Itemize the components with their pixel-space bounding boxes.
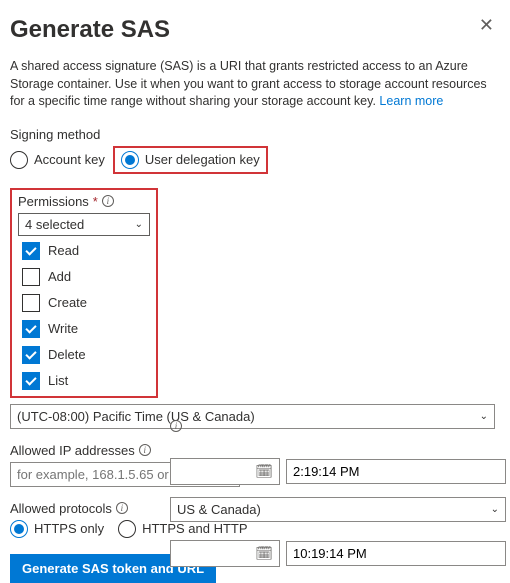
calendar-icon: 🗓 [255,463,273,480]
radio-label: HTTPS only [34,521,104,536]
radio-label: Account key [34,152,105,167]
start-timezone-select[interactable]: US & Canada) ⌄ [170,497,506,522]
signing-method-account-key[interactable]: Account key [10,151,105,169]
permission-option-add[interactable]: Add [22,268,150,286]
start-timezone-value: US & Canada) [177,502,261,517]
close-icon[interactable]: ✕ [479,16,494,34]
calendar-icon: 🗓 [255,545,273,562]
checkbox-icon [22,294,40,312]
start-time-input[interactable] [286,459,506,484]
permission-option-write[interactable]: Write [22,320,150,338]
allowed-protocols-label-text: Allowed protocols [10,501,112,516]
permissions-summary: 4 selected [25,217,84,232]
checkbox-icon [22,372,40,390]
permission-label: Add [48,269,71,284]
end-date-input[interactable]: 🗓 [170,540,280,567]
required-marker: * [93,194,98,209]
permission-label: Create [48,295,87,310]
checkbox-icon [22,346,40,364]
info-icon[interactable]: i [102,195,114,207]
permission-option-create[interactable]: Create [22,294,150,312]
radio-icon [10,520,28,538]
signing-method-label: Signing method [10,127,494,142]
permissions-label-text: Permissions [18,194,89,209]
chevron-down-icon: ⌄ [491,504,499,515]
permissions-dropdown[interactable]: 4 selected ⌄ [18,213,150,236]
permission-label: Delete [48,347,86,362]
permission-label: Write [48,321,78,336]
permission-label: Read [48,243,79,258]
chevron-down-icon: ⌄ [135,219,143,230]
info-icon[interactable]: i [170,420,182,432]
checkbox-icon [22,242,40,260]
page-title: Generate SAS [10,16,170,44]
radio-icon [118,520,136,538]
info-icon[interactable]: i [116,502,128,514]
highlight-user-delegation: User delegation key [113,146,268,174]
description-text: A shared access signature (SAS) is a URI… [10,58,494,111]
permission-option-delete[interactable]: Delete [22,346,150,364]
permission-option-read[interactable]: Read [22,242,150,260]
end-time-input[interactable] [286,541,506,566]
checkbox-icon [22,320,40,338]
permissions-label: Permissions * i [18,194,150,209]
allowed-ip-label-text: Allowed IP addresses [10,443,135,458]
checkbox-icon [22,268,40,286]
start-date-input[interactable]: 🗓 [170,458,280,485]
radio-icon [10,151,28,169]
radio-icon [121,151,139,169]
highlight-permissions: Permissions * i 4 selected ⌄ Read Add Crea… [10,188,158,398]
permission-label: List [48,373,68,388]
radio-label: User delegation key [145,152,260,167]
permission-option-list[interactable]: List [22,372,150,390]
learn-more-link[interactable]: Learn more [379,94,443,108]
protocol-https-only[interactable]: HTTPS only [10,520,104,538]
info-icon[interactable]: i [139,444,151,456]
signing-method-user-delegation[interactable]: User delegation key [121,151,260,169]
